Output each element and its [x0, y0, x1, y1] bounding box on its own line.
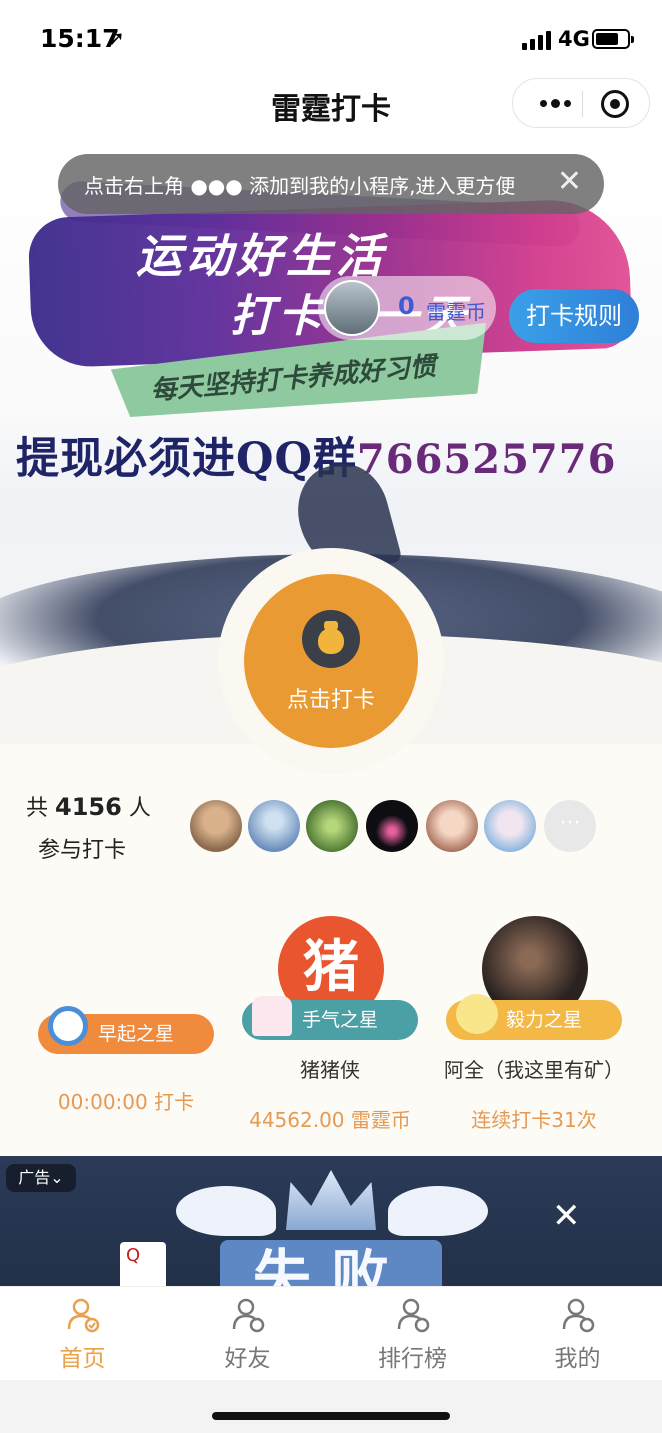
add-miniprogram-tip: 点击右上角 ●●● 添加到我的小程序,进入更方便 ✕: [58, 154, 604, 214]
participant-avatar[interactable]: [484, 800, 536, 852]
user-avatar: [324, 280, 380, 336]
status-bar: 15:17 ➚ 4G: [0, 0, 662, 78]
lucky-icon: [252, 996, 292, 1036]
more-participants-button[interactable]: ···: [544, 800, 596, 852]
more-menu-button[interactable]: [527, 79, 583, 127]
participant-label: 参与打卡: [38, 838, 127, 863]
alarm-clock-icon: [48, 1006, 88, 1046]
participant-number: 4156: [55, 793, 122, 821]
tab-friends[interactable]: 好友: [165, 1287, 330, 1381]
flower-icon: [456, 994, 498, 1034]
participants-section: 共 4156 人 参与打卡 ··· 早起之星 00:00:00 打卡 猪 手气之…: [0, 744, 662, 1156]
lucky-star-value: 44562.00 雷霆币: [249, 1108, 411, 1132]
tab-me[interactable]: 我的: [495, 1287, 660, 1381]
coin-count: 0: [398, 292, 415, 320]
home-indicator[interactable]: [212, 1412, 450, 1420]
leaderboard-icon: [397, 1298, 430, 1333]
ad-label[interactable]: 广告⌄: [6, 1164, 76, 1192]
participant-avatar[interactable]: [248, 800, 300, 852]
signal-icon: [522, 31, 551, 50]
tab-label: 排行榜: [378, 1346, 447, 1372]
tip-text: 点击右上角 ●●● 添加到我的小程序,进入更方便: [84, 174, 516, 198]
friends-icon: [232, 1298, 265, 1333]
capsule-divider: [582, 91, 583, 117]
miniprogram-capsule: [512, 78, 650, 128]
tab-label: 好友: [224, 1346, 271, 1372]
playing-card: Q: [120, 1242, 166, 1286]
perseverance-star-name: 阿全（我这里有矿）: [444, 1058, 624, 1082]
rules-button[interactable]: 打卡规则: [509, 289, 639, 343]
money-bag-icon: [302, 610, 360, 668]
network-type: 4G: [558, 27, 590, 51]
lucky-star-name: 猪猪侠: [300, 1058, 360, 1082]
close-icon[interactable]: ✕: [557, 167, 582, 197]
ad-headline: 失败: [252, 1243, 409, 1286]
location-arrow-icon: ➚: [108, 26, 125, 50]
tab-label: 我的: [554, 1346, 601, 1372]
close-ad-icon[interactable]: ✕: [552, 1196, 581, 1236]
ad-wing-right: [388, 1186, 488, 1236]
crown-icon: [286, 1170, 376, 1230]
checkin-button[interactable]: 点击打卡: [244, 574, 418, 748]
qq-group-number: 766525776: [356, 436, 617, 483]
participant-avatar[interactable]: [366, 800, 418, 852]
participant-count: 共 4156 人: [26, 793, 151, 821]
tab-home[interactable]: 首页: [0, 1287, 165, 1381]
home-indicator-area: [0, 1380, 662, 1433]
participant-avatar[interactable]: [190, 800, 242, 852]
home-user-icon: [67, 1298, 100, 1333]
tab-leaderboard[interactable]: 排行榜: [330, 1287, 495, 1381]
navigation-bar: 雷霆打卡: [0, 78, 662, 134]
coin-unit: 雷霆币: [426, 300, 486, 324]
perseverance-star-value: 连续打卡31次: [471, 1108, 597, 1132]
participant-avatar[interactable]: [426, 800, 478, 852]
ad-wing-left: [176, 1186, 276, 1236]
coin-balance[interactable]: 0 雷霆币: [318, 276, 496, 340]
qq-group-text: 提现必须进QQ群: [16, 434, 357, 484]
close-miniprogram-button[interactable]: [601, 90, 629, 118]
participant-avatar[interactable]: [306, 800, 358, 852]
checkin-label: 点击打卡: [286, 688, 375, 713]
tab-label: 首页: [59, 1346, 106, 1372]
advertisement[interactable]: 广告⌄ 失败 Q ✕: [0, 1156, 662, 1286]
tab-bar: 首页 好友 排行榜 我的: [0, 1286, 662, 1380]
battery-icon: [592, 29, 634, 49]
early-riser-value: 00:00:00 打卡: [57, 1090, 195, 1114]
profile-icon: [562, 1298, 595, 1333]
